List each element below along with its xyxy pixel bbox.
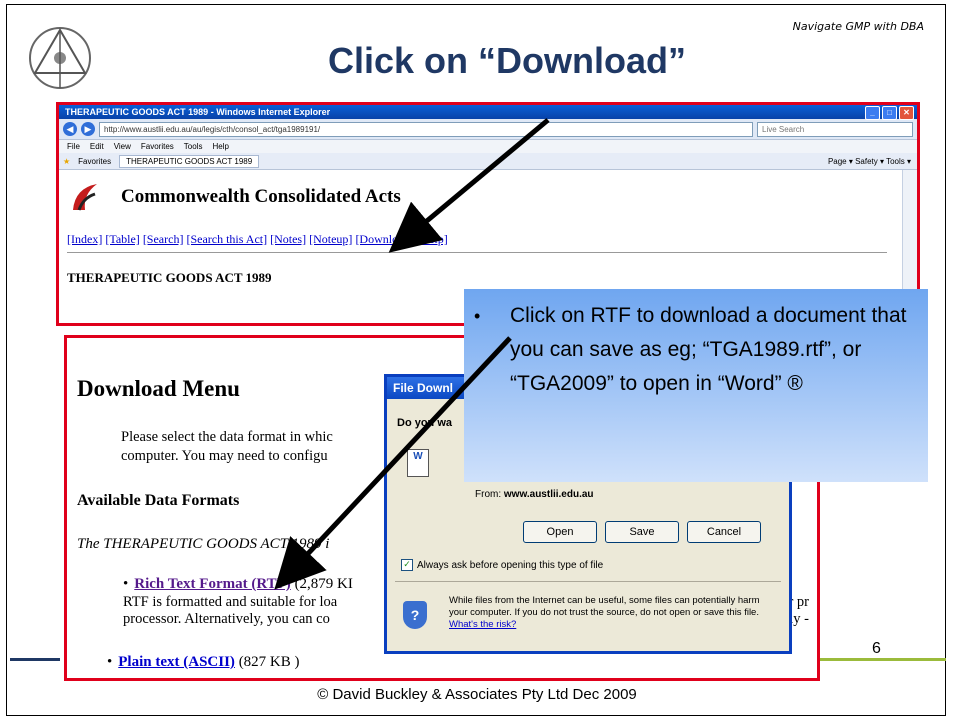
link-index[interactable]: [Index]: [67, 232, 102, 246]
download-instructions: Please select the data format in whic co…: [121, 428, 421, 466]
dialog-question: Do you wa: [397, 417, 453, 429]
dialog-divider: [395, 581, 781, 582]
slide-title: Click on “Download”: [327, 40, 686, 81]
link-table[interactable]: [Table]: [105, 232, 139, 246]
ie-address-row: ◀ ▶ http://www.austlii.edu.au/au/legis/c…: [59, 119, 917, 140]
search-input[interactable]: Live Search: [757, 121, 913, 137]
ascii-list-item: • Plain text (ASCII) (827 KB ): [107, 654, 300, 670]
footer: © David Buckley & Associates Pty Ltd Dec…: [317, 686, 637, 703]
minimize-icon[interactable]: _: [865, 106, 880, 120]
dialog-warning: While files from the Internet can be use…: [449, 595, 779, 631]
nav-caption: Navigate GMP with DBA: [792, 20, 924, 33]
forward-icon[interactable]: ▶: [81, 122, 95, 136]
link-search[interactable]: [Search]: [143, 232, 184, 246]
menu-tools[interactable]: Tools: [184, 140, 203, 153]
footer-line-left: [10, 658, 60, 661]
rtf-size: (2,879 KI: [290, 576, 353, 592]
rtf-link[interactable]: Rich Text Format (RTF): [134, 576, 291, 592]
dialog-from: From: www.austlii.edu.au: [475, 489, 594, 500]
open-button[interactable]: Open: [523, 521, 597, 543]
cancel-button[interactable]: Cancel: [687, 521, 761, 543]
favorites-button[interactable]: Favorites: [78, 157, 111, 166]
maximize-icon[interactable]: □: [882, 106, 897, 120]
menu-edit[interactable]: Edit: [90, 140, 104, 153]
link-download[interactable]: [Download]: [355, 232, 413, 246]
checkbox-icon[interactable]: ✓: [401, 559, 413, 571]
instruction-line-1: Please select the data format in whic: [121, 429, 333, 445]
shield-icon: ?: [403, 601, 427, 629]
menu-help[interactable]: Help: [212, 140, 228, 153]
act-name: THERAPEUTIC GOODS ACT 1989: [67, 270, 272, 285]
link-notes[interactable]: [Notes]: [270, 232, 306, 246]
footer-line-right: [820, 658, 946, 661]
save-button[interactable]: Save: [605, 521, 679, 543]
ie-window-title: THERAPEUTIC GOODS ACT 1989 - Windows Int…: [65, 107, 331, 117]
act-nav-links: [Index] [Table] [Search] [Search this Ac…: [67, 232, 448, 247]
divider: [67, 252, 887, 253]
back-icon[interactable]: ◀: [63, 122, 77, 136]
star-icon[interactable]: ★: [63, 157, 70, 166]
austlii-logo: [73, 184, 97, 211]
from-value: www.austlii.edu.au: [503, 489, 594, 500]
ie-menubar: File Edit View Favorites Tools Help: [59, 140, 917, 153]
close-icon[interactable]: ✕: [899, 106, 914, 120]
ascii-link[interactable]: Plain text (ASCII): [118, 654, 235, 670]
word-file-icon: W: [407, 449, 429, 477]
page-number: 6: [872, 640, 881, 657]
link-search-this-act[interactable]: [Search this Act]: [186, 232, 267, 246]
formats-intro: The THERAPEUTIC GOODS ACT 1989 i: [77, 536, 330, 552]
instruction-line-2: computer. You may need to configu: [121, 448, 328, 464]
instruction-callout: • Click on RTF to download a document th…: [464, 289, 928, 482]
from-label: From:: [475, 489, 502, 500]
always-ask-checkbox[interactable]: ✓ Always ask before opening this type of…: [401, 559, 603, 571]
formats-subheading: Available Data Formats: [77, 492, 240, 509]
ascii-size: (827 KB ): [234, 654, 300, 670]
ie-titlebar: THERAPEUTIC GOODS ACT 1989 - Windows Int…: [59, 105, 917, 120]
browser-tab[interactable]: THERAPEUTIC GOODS ACT 1989: [119, 154, 260, 168]
ie-toolbar-right[interactable]: Page ▾ Safety ▾ Tools ▾: [828, 157, 917, 166]
link-help[interactable]: [Help]: [416, 232, 447, 246]
menu-file[interactable]: File: [67, 140, 80, 153]
warning-text: While files from the Internet can be use…: [449, 595, 760, 618]
address-bar[interactable]: http://www.austlii.edu.au/au/legis/cth/c…: [99, 121, 753, 137]
callout-text: Click on RTF to download a document that…: [510, 304, 907, 395]
ie-favorites-bar: ★ Favorites THERAPEUTIC GOODS ACT 1989 P…: [59, 153, 917, 170]
link-noteup[interactable]: [Noteup]: [309, 232, 352, 246]
site-heading: Commonwealth Consolidated Acts: [121, 186, 401, 207]
menu-view[interactable]: View: [114, 140, 131, 153]
callout-bullet: •: [474, 306, 481, 326]
download-heading: Download Menu: [77, 376, 240, 401]
risk-link[interactable]: What's the risk?: [449, 619, 516, 630]
always-ask-label: Always ask before opening this type of f…: [417, 559, 604, 571]
menu-favorites[interactable]: Favorites: [141, 140, 174, 153]
